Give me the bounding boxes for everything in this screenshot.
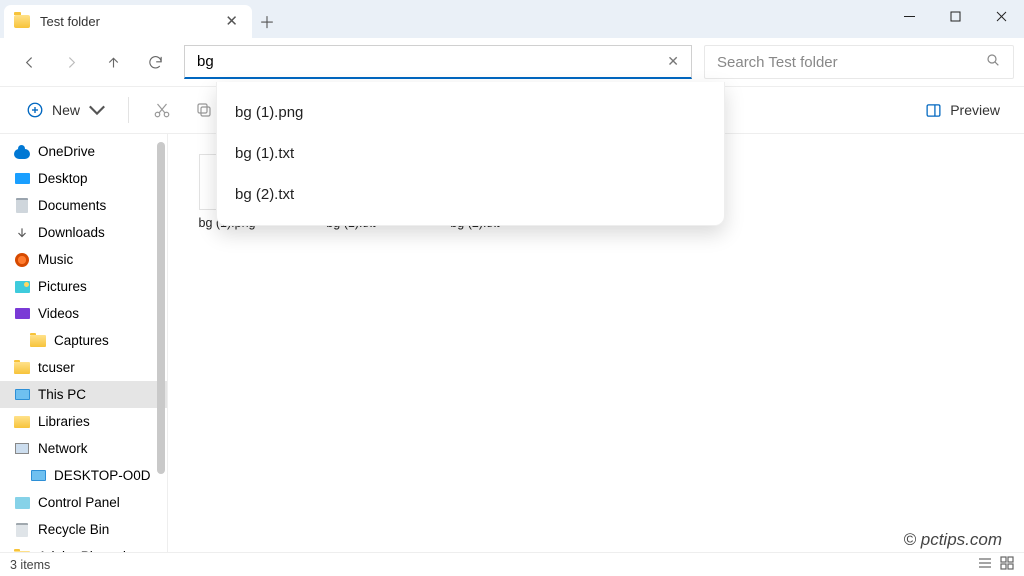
- cut-button[interactable]: [141, 90, 183, 130]
- plus-circle-icon: [26, 101, 44, 119]
- new-button[interactable]: New: [16, 95, 116, 125]
- address-suggestions: bg (1).png bg (1).txt bg (2).txt: [216, 82, 725, 226]
- minimize-button[interactable]: [886, 0, 932, 32]
- suggestion-item[interactable]: bg (1).png: [217, 92, 724, 133]
- folder-icon: [30, 333, 46, 349]
- window-controls: [886, 0, 1024, 32]
- tab-close-button[interactable]: ✕: [221, 10, 242, 33]
- tree-item-label: Downloads: [38, 225, 105, 240]
- tree-item-label: Desktop: [38, 171, 88, 186]
- folder-icon: [14, 15, 30, 28]
- tab-active[interactable]: Test folder ✕: [4, 5, 252, 38]
- close-button[interactable]: [978, 0, 1024, 32]
- tree-item-onedrive[interactable]: OneDrive: [0, 138, 167, 165]
- tree-item-label: Pictures: [38, 279, 87, 294]
- folder-icon: [14, 360, 30, 376]
- desktop-icon: [14, 171, 30, 187]
- tree-item-network[interactable]: Network: [0, 435, 167, 462]
- down-icon: [14, 225, 30, 241]
- search-icon: [985, 52, 1001, 72]
- panel-icon: [14, 495, 30, 511]
- item-count: 3 items: [10, 558, 50, 572]
- search-placeholder: Search Test folder: [717, 54, 838, 71]
- tree-item-label: This PC: [38, 387, 86, 402]
- nav-row: ✕ Search Test folder: [0, 38, 1024, 86]
- search-box[interactable]: Search Test folder: [704, 45, 1014, 79]
- maximize-button[interactable]: [932, 0, 978, 32]
- up-button[interactable]: [92, 42, 134, 82]
- status-bar: 3 items: [0, 552, 1024, 576]
- bin-icon: [14, 522, 30, 538]
- tree-item-label: tcuser: [38, 360, 75, 375]
- pc-icon: [14, 387, 30, 403]
- tree-item-documents[interactable]: Documents: [0, 192, 167, 219]
- tree-item-downloads[interactable]: Downloads: [0, 219, 167, 246]
- chevron-down-icon: [88, 101, 106, 119]
- tree-item-label: Control Panel: [38, 495, 120, 510]
- vid-icon: [14, 306, 30, 322]
- tree-item-videos[interactable]: Videos: [0, 300, 167, 327]
- tree-item-libraries[interactable]: Libraries: [0, 408, 167, 435]
- net-icon: [14, 441, 30, 457]
- tree-item-this-pc[interactable]: This PC: [0, 381, 167, 408]
- new-tab-button[interactable]: ＋: [252, 6, 282, 36]
- suggestion-item[interactable]: bg (2).txt: [217, 174, 724, 215]
- new-label: New: [52, 102, 80, 118]
- tab-title: Test folder: [40, 14, 100, 29]
- clear-address-button[interactable]: ✕: [661, 49, 685, 74]
- pc-icon: [30, 468, 46, 484]
- titlebar: Test folder ✕ ＋: [0, 0, 1024, 38]
- suggestion-item[interactable]: bg (1).txt: [217, 133, 724, 174]
- refresh-button[interactable]: [134, 42, 176, 82]
- tree-item-label: Music: [38, 252, 73, 267]
- tree-item-captures[interactable]: Captures: [0, 327, 167, 354]
- forward-button[interactable]: [50, 42, 92, 82]
- address-input[interactable]: [197, 53, 661, 70]
- watermark: © pctips.com: [904, 530, 1003, 550]
- doc-icon: [14, 198, 30, 214]
- tree-item-label: Documents: [38, 198, 106, 213]
- scrollbar-thumb[interactable]: [157, 142, 165, 474]
- music-icon: [14, 252, 30, 268]
- cloud-icon: [14, 144, 30, 160]
- tree-item-tcuser[interactable]: tcuser: [0, 354, 167, 381]
- tree-item-desktop-o0d[interactable]: DESKTOP-O0D: [0, 462, 167, 489]
- tree-item-label: Network: [38, 441, 88, 456]
- tree-item-desktop[interactable]: Desktop: [0, 165, 167, 192]
- tree-item-recycle-bin[interactable]: Recycle Bin: [0, 516, 167, 543]
- tree-item-label: OneDrive: [38, 144, 95, 159]
- tree-item-label: Libraries: [38, 414, 90, 429]
- back-button[interactable]: [8, 42, 50, 82]
- tree-item-label: DESKTOP-O0D: [54, 468, 151, 483]
- tree-item-label: Captures: [54, 333, 109, 348]
- details-view-button[interactable]: [978, 556, 992, 573]
- tree-item-label: Videos: [38, 306, 79, 321]
- preview-button[interactable]: Preview: [917, 96, 1008, 125]
- tree-item-label: Recycle Bin: [38, 522, 109, 537]
- preview-icon: [925, 102, 942, 119]
- tree-item-control-panel[interactable]: Control Panel: [0, 489, 167, 516]
- lib-icon: [14, 414, 30, 430]
- nav-tree[interactable]: OneDrive Desktop Documents Downloads Music Pi…: [0, 134, 168, 554]
- preview-label: Preview: [950, 102, 1000, 118]
- address-bar[interactable]: ✕: [184, 45, 692, 79]
- icons-view-button[interactable]: [1000, 556, 1014, 573]
- tree-item-music[interactable]: Music: [0, 246, 167, 273]
- divider: [128, 97, 129, 123]
- tree-item-pictures[interactable]: Pictures: [0, 273, 167, 300]
- pic-icon: [14, 279, 30, 295]
